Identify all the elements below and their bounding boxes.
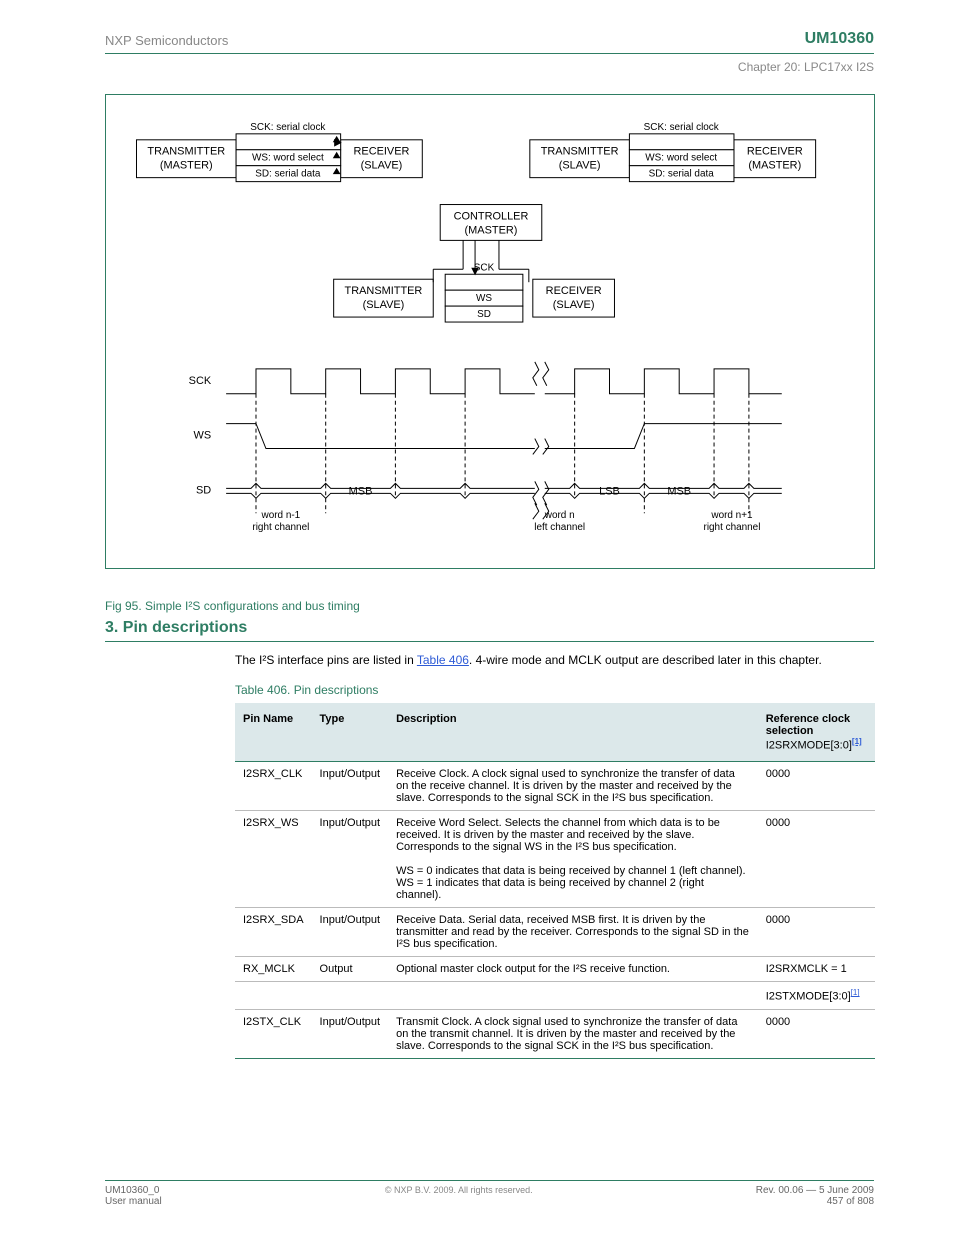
footnote-link-1[interactable]: [1] <box>852 737 862 746</box>
footer-doc-id: UM10360_0 <box>105 1185 162 1196</box>
word-n-l2: left channel <box>534 522 585 533</box>
header-chapter: Chapter 20: LPC17xx I2S <box>105 60 874 74</box>
sck-label-l: SCK: serial clock <box>250 122 325 133</box>
cell-type: Input/Output <box>312 908 389 957</box>
cell-ref: I2STXMODE[3:0][1] <box>758 982 875 1010</box>
cell-pin: I2SRX_CLK <box>235 762 312 811</box>
figure-95-caption: Fig 95. Simple I²S configurations and bu… <box>105 599 874 613</box>
th-type: Type <box>312 703 389 762</box>
cell-pin: I2SRX_WS <box>235 811 312 908</box>
footer-copyright: © NXP B.V. 2009. All rights reserved. <box>385 1185 533 1195</box>
block-rx-slave-l2: (SLAVE) <box>361 160 403 172</box>
block-rx-slave2-l1: RECEIVER <box>546 285 602 297</box>
footnote-link[interactable]: [1] <box>851 988 860 997</box>
block-tx-slave-l1: TRANSMITTER <box>541 146 619 158</box>
cell-pin: I2STX_CLK <box>235 1010 312 1059</box>
block-rx-slave-l1: RECEIVER <box>353 146 409 158</box>
word-n-l1: word n <box>544 510 575 521</box>
cell-type: Input/Output <box>312 762 389 811</box>
cell-type <box>312 982 389 1010</box>
word-np1-l1: word n+1 <box>710 510 753 521</box>
sck-label-r: SCK: serial clock <box>644 122 719 133</box>
cell-ref: I2SRXMCLK = 1 <box>758 957 875 982</box>
block-controller-l2: (MASTER) <box>465 224 518 236</box>
cell-desc: Receive Clock. A clock signal used to sy… <box>388 762 758 811</box>
table-row: I2STXMODE[3:0][1] <box>235 982 875 1010</box>
ws-label-r: WS: word select <box>645 153 717 164</box>
header-brand: NXP Semiconductors <box>105 33 228 48</box>
th-pin: Pin Name <box>235 703 312 762</box>
cell-desc <box>388 982 758 1010</box>
block-tx-master-l1: TRANSMITTER <box>147 146 225 158</box>
table-row: I2SRX_SDAInput/OutputReceive Data. Seria… <box>235 908 875 957</box>
block-tx-slave2-l2: (SLAVE) <box>363 299 405 311</box>
word-np1-l2: right channel <box>704 522 761 533</box>
cell-ref: 0000 <box>758 908 875 957</box>
block-rx-master-l2: (MASTER) <box>748 160 801 172</box>
cell-desc: Receive Data. Serial data, received MSB … <box>388 908 758 957</box>
cell-ref: 0000 <box>758 811 875 908</box>
timing-msb-1: MSB <box>349 485 373 497</box>
word-nm1-l2: right channel <box>252 522 309 533</box>
block-rx-master-l1: RECEIVER <box>747 146 803 158</box>
footer-doc-type: User manual <box>105 1196 162 1207</box>
cell-pin: RX_MCLK <box>235 957 312 982</box>
footer-rev: Rev. 00.06 — 5 June 2009 <box>756 1185 874 1196</box>
block-tx-slave-l2: (SLAVE) <box>559 160 601 172</box>
table-406-caption: Table 406. Pin descriptions <box>235 683 874 697</box>
sd-label-r: SD: serial data <box>649 169 715 180</box>
timing-sck-label: SCK <box>189 375 212 387</box>
th-ref: Reference clock selection I2SRXMODE[3:0]… <box>758 703 875 762</box>
cell-desc: Optional master clock output for the I²S… <box>388 957 758 982</box>
word-nm1-l1: word n-1 <box>261 510 301 521</box>
footer-page: 457 of 808 <box>756 1196 874 1207</box>
para-pre: The I²S interface pins are listed in <box>235 653 417 667</box>
timing-ws-label: WS <box>194 430 212 442</box>
cell-desc: Receive Word Select. Selects the channel… <box>388 811 758 908</box>
section-3-para: The I²S interface pins are listed in Tab… <box>235 652 874 669</box>
table-406: Pin Name Type Description Reference cloc… <box>235 703 875 1059</box>
cell-type: Input/Output <box>312 811 389 908</box>
header-doc-id: UM10360 <box>805 30 874 48</box>
table-row: RX_MCLKOutputOptional master clock outpu… <box>235 957 875 982</box>
sd-label-l: SD: serial data <box>255 169 321 180</box>
timing-sd-label: SD <box>196 484 211 496</box>
timing-msb-2: MSB <box>667 485 691 497</box>
ws-label-l: WS: word select <box>252 153 324 164</box>
figure-box: TRANSMITTER (MASTER) RECEIVER (SLAVE) SC… <box>105 94 875 569</box>
section-3-title: 3. Pin descriptions <box>105 619 874 642</box>
table-row: I2SRX_CLKInput/OutputReceive Clock. A cl… <box>235 762 875 811</box>
th-desc: Description <box>388 703 758 762</box>
block-tx-master-l2: (MASTER) <box>160 160 213 172</box>
ctrl-sd: SD <box>477 309 491 320</box>
cell-pin <box>235 982 312 1010</box>
ctrl-ws: WS <box>476 293 492 304</box>
table-row: I2STX_CLKInput/OutputTransmit Clock. A c… <box>235 1010 875 1059</box>
cell-desc: Transmit Clock. A clock signal used to s… <box>388 1010 758 1059</box>
chapter-title: Chapter 20: LPC17xx I2S <box>738 60 874 74</box>
page-header: NXP Semiconductors UM10360 <box>105 30 874 54</box>
block-controller-l1: CONTROLLER <box>454 210 529 222</box>
page-footer: UM10360_0 User manual © NXP B.V. 2009. A… <box>105 1180 874 1207</box>
cell-ref: 0000 <box>758 1010 875 1059</box>
para-post: . 4-wire mode and MCLK output are descri… <box>469 653 822 667</box>
cell-type: Output <box>312 957 389 982</box>
block-rx-slave2-l2: (SLAVE) <box>553 299 595 311</box>
cell-pin: I2SRX_SDA <box>235 908 312 957</box>
table-row: I2SRX_WSInput/OutputReceive Word Select.… <box>235 811 875 908</box>
timing-lsb: LSB <box>599 485 620 497</box>
table-406-link[interactable]: Table 406 <box>417 653 469 667</box>
block-tx-slave2-l1: TRANSMITTER <box>345 285 423 297</box>
cell-ref: 0000 <box>758 762 875 811</box>
cell-type: Input/Output <box>312 1010 389 1059</box>
